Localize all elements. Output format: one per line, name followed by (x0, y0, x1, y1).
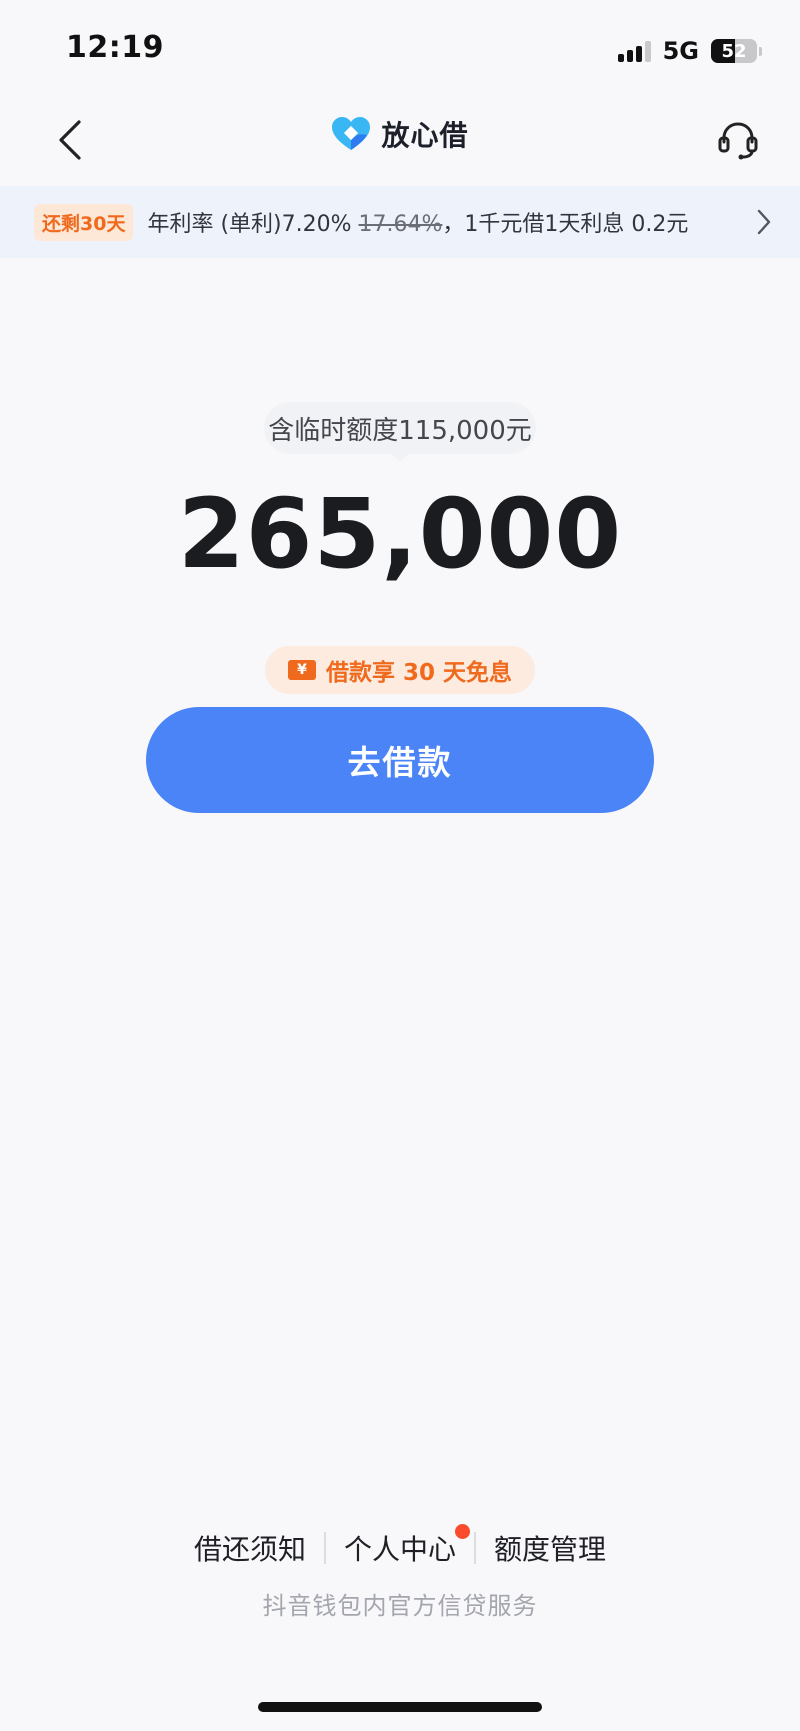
battery-icon: 52 (711, 39, 757, 63)
signal-icon (617, 40, 651, 62)
borrow-button[interactable]: 去借款 (146, 707, 654, 813)
customer-service-button[interactable] (710, 112, 766, 168)
nav-bar: 放心借 (0, 96, 800, 186)
status-indicators: 5G 52 (617, 36, 762, 66)
heart-diamond-logo-icon (331, 116, 371, 152)
borrow-repay-notice-link[interactable]: 借还须知 (176, 1528, 324, 1568)
home-indicator[interactable] (258, 1702, 542, 1712)
footer-links: 借还须知 个人中心 额度管理 (0, 1524, 800, 1568)
brand-name: 放心借 (381, 119, 469, 152)
promo-interest-text: ，1千元借1天利息 0.2元 (442, 212, 689, 237)
notification-dot (455, 1524, 470, 1539)
interest-free-text: 借款享 30 天免息 (325, 660, 513, 686)
personal-center-label: 个人中心 (343, 1533, 456, 1566)
promo-rate-text: 年利率 (单利)7.20% (147, 212, 359, 237)
credit-amount: 265,000 (177, 478, 623, 590)
service-note: 抖音钱包内官方信贷服务 (262, 1592, 538, 1620)
personal-center-link[interactable]: 个人中心 (326, 1524, 474, 1568)
headset-icon (718, 122, 758, 160)
promo-banner[interactable]: 还剩30天 年利率 (单利)7.20% 17.64%，1千元借1天利息 0.2元 (0, 186, 800, 258)
battery-cap (759, 46, 762, 56)
temp-limit-tooltip: 含临时额度115,000元 (264, 402, 536, 462)
original-rate: 17.64% (358, 212, 443, 237)
status-time: 12:19 (66, 30, 164, 65)
network-label: 5G (662, 37, 699, 65)
battery-level-text: 52 (721, 40, 747, 62)
limit-management-link[interactable]: 额度管理 (476, 1528, 624, 1568)
brand: 放心借 (0, 114, 800, 154)
interest-free-badge: ¥ 借款享 30 天免息 (265, 646, 535, 694)
promo-text: 年利率 (单利)7.20% 17.64%，1千元借1天利息 0.2元 (147, 206, 688, 238)
status-bar: 12:19 5G 52 (0, 0, 800, 96)
yuan-coupon-icon: ¥ (287, 660, 316, 680)
chevron-right-icon (754, 208, 774, 236)
countdown-badge: 还剩30天 (34, 203, 134, 241)
